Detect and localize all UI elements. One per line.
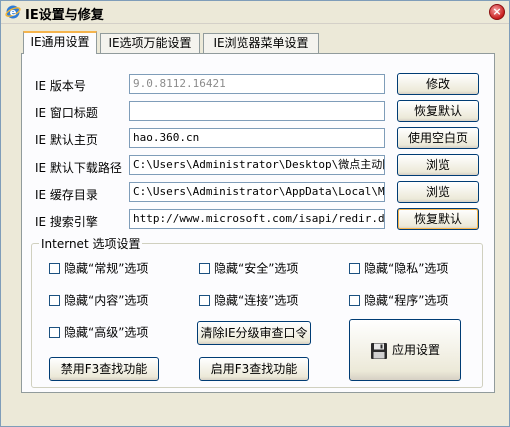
- version-field[interactable]: 9.0.8112.16421: [129, 74, 385, 94]
- hide-general-checkbox[interactable]: 隐藏“常规”选项: [49, 261, 148, 277]
- checkbox-box[interactable]: [49, 327, 60, 338]
- internet-options-legend: Internet 选项设置: [39, 235, 143, 252]
- window-title: IE设置与修复: [25, 8, 104, 23]
- restore-title-button[interactable]: 恢复默认: [397, 100, 479, 122]
- home-page-label: IE 默认主页: [35, 133, 98, 147]
- checkbox-box[interactable]: [199, 263, 210, 274]
- main-window: e IE设置与修复 × IE通用设置 IE选项万能设置 IE浏览器菜单设置 IE…: [0, 0, 510, 427]
- hide-security-checkbox[interactable]: 隐藏“安全”选项: [199, 261, 298, 277]
- checkbox-label: 隐藏“安全”选项: [214, 261, 299, 276]
- blank-page-button[interactable]: 使用空白页: [397, 127, 479, 149]
- title-bar: e IE设置与修复 ×: [1, 1, 509, 24]
- svg-text:e: e: [10, 8, 17, 19]
- tab-browser-menu[interactable]: IE浏览器菜单设置: [203, 33, 319, 53]
- apply-settings-button[interactable]: 应用设置: [349, 319, 461, 381]
- floppy-disk-icon: [370, 342, 387, 359]
- clear-rating-password-button[interactable]: 清除IE分级审查口令: [197, 321, 311, 345]
- tab-general[interactable]: IE通用设置: [23, 31, 97, 54]
- hide-content-checkbox[interactable]: 隐藏“内容”选项: [49, 293, 148, 309]
- browse-download-button[interactable]: 浏览: [397, 154, 479, 176]
- checkbox-label: 隐藏“连接”选项: [214, 293, 299, 308]
- window-title-label: IE 窗口标题: [35, 106, 98, 120]
- ie-logo-icon: e: [5, 5, 21, 19]
- checkbox-box[interactable]: [49, 295, 60, 306]
- apply-settings-label: 应用设置: [391, 343, 440, 357]
- hide-privacy-checkbox[interactable]: 隐藏“隐私”选项: [349, 261, 448, 277]
- hide-connections-checkbox[interactable]: 隐藏“连接”选项: [199, 293, 298, 309]
- checkbox-label: 隐藏“程序”选项: [364, 293, 449, 308]
- download-path-label: IE 默认下载路径: [35, 161, 122, 175]
- browse-cache-button[interactable]: 浏览: [397, 181, 479, 203]
- disable-f3-button[interactable]: 禁用F3查找功能: [49, 357, 159, 381]
- checkbox-label: 隐藏“常规”选项: [64, 261, 149, 276]
- download-path-field[interactable]: C:\Users\Administrator\Desktop\微点主动防御: [129, 155, 385, 175]
- checkbox-label: 隐藏“内容”选项: [64, 293, 149, 308]
- window-title-field[interactable]: [129, 101, 385, 121]
- close-button[interactable]: ×: [489, 4, 505, 20]
- hide-programs-checkbox[interactable]: 隐藏“程序”选项: [349, 293, 448, 309]
- checkbox-box[interactable]: [49, 263, 60, 274]
- checkbox-label: 隐藏“隐私”选项: [364, 261, 449, 276]
- enable-f3-button[interactable]: 启用F3查找功能: [199, 357, 309, 381]
- cache-dir-field[interactable]: C:\Users\Administrator\AppData\Local\Mic…: [129, 182, 385, 202]
- version-label: IE 版本号: [35, 79, 86, 93]
- search-engine-field[interactable]: http://www.microsoft.com/isapi/redir.dll…: [129, 209, 385, 229]
- modify-version-button[interactable]: 修改: [397, 73, 479, 95]
- checkbox-box[interactable]: [349, 295, 360, 306]
- checkbox-box[interactable]: [349, 263, 360, 274]
- home-page-field[interactable]: hao.360.cn: [129, 128, 385, 148]
- checkbox-label: 隐藏“高级”选项: [64, 325, 149, 340]
- hide-advanced-checkbox[interactable]: 隐藏“高级”选项: [49, 325, 148, 341]
- search-engine-label: IE 搜索引擎: [35, 215, 98, 229]
- tab-internet-options[interactable]: IE选项万能设置: [100, 33, 200, 53]
- cache-dir-label: IE 缓存目录: [35, 188, 98, 202]
- close-icon: ×: [492, 5, 502, 18]
- restore-search-button[interactable]: 恢复默认: [397, 208, 479, 230]
- checkbox-box[interactable]: [199, 295, 210, 306]
